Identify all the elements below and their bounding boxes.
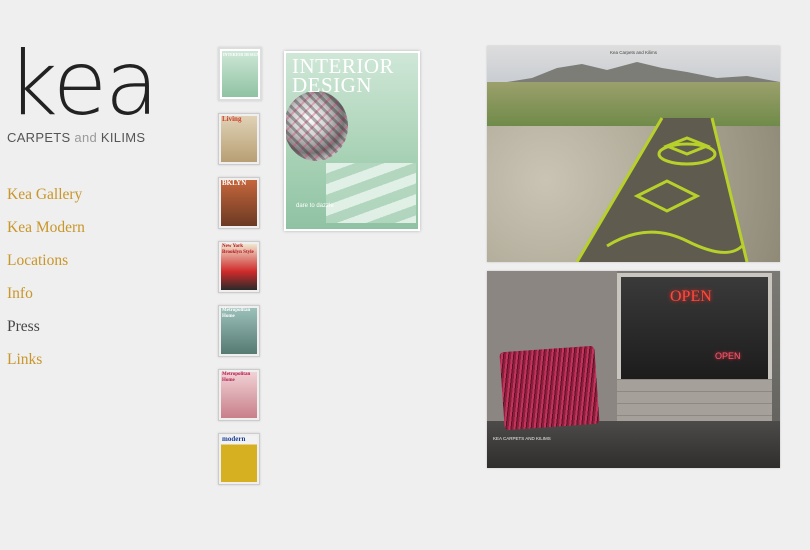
thumbnail-metropolitan-home-1[interactable]: Metropolitan Home (218, 305, 260, 357)
thumbnail-title: New York Brooklyn Style (222, 244, 254, 255)
thumbnail-title: Metropolitan Home (222, 372, 251, 383)
press-photo-storefront: OPEN OPEN KEA CARPETS AND KILIMS (487, 271, 780, 468)
disco-ball-graphic (286, 91, 348, 161)
open-sign: OPEN (670, 288, 712, 305)
tagline-part: KILIMS (97, 130, 146, 145)
thumbnail-title: Metropolitan Home (222, 308, 251, 319)
nav-item-links[interactable]: Links (7, 349, 85, 382)
thumbnail-bklyn[interactable]: BKLYN (218, 177, 260, 229)
thumbnail-title: Living (222, 115, 242, 123)
press-thumbnails: INTERIOR DESIGN Living BKLYN New York Br… (218, 47, 262, 497)
tagline-part: CARPETS (7, 130, 75, 145)
open-sign-small: OPEN (715, 351, 741, 361)
press-photo-outdoor-rug: Kea Carpets and Kilims (487, 46, 780, 262)
thumbnail-living[interactable]: Living (218, 113, 260, 165)
photo-caption: KEA CARPETS AND KILIMS (493, 436, 551, 441)
shag-rug-graphic (499, 345, 600, 431)
cover-stairs-graphic (326, 163, 416, 223)
stone-wall (617, 379, 772, 427)
cover-title: INTERIOR DESIGN (292, 56, 394, 97)
nav-item-info[interactable]: Info (7, 283, 85, 316)
cover-title-line: DESIGN (292, 73, 372, 97)
magazine-cover-interior-design[interactable]: INTERIOR DESIGN dare to dazzle (284, 51, 420, 231)
thumbnail-metropolitan-home-2[interactable]: Metropolitan Home (218, 369, 260, 421)
nav-item-press[interactable]: Press (7, 316, 85, 349)
thumbnail-title: BKLYN (222, 179, 247, 187)
logo-wordmark: kea (7, 32, 159, 135)
thumbnail-title: INTERIOR DESIGN (223, 52, 260, 57)
tagline-and: and (74, 130, 98, 145)
brand-logo[interactable]: kea CARPETS and KILIMS (7, 32, 159, 146)
main-nav: Kea Gallery Kea Modern Locations Info Pr… (7, 184, 85, 382)
cover-tagline: dare to dazzle (296, 203, 334, 209)
logo-tagline: CARPETS and KILIMS (7, 130, 157, 145)
thumbnail-title: modern (222, 435, 246, 443)
cover-artwork: INTERIOR DESIGN dare to dazzle (286, 53, 418, 229)
nav-item-kea-gallery[interactable]: Kea Gallery (7, 184, 85, 217)
nav-item-locations[interactable]: Locations (7, 250, 85, 283)
thumbnail-brooklyn-style[interactable]: New York Brooklyn Style (218, 241, 260, 293)
nav-item-kea-modern[interactable]: Kea Modern (7, 217, 85, 250)
photo-caption: Kea Carpets and Kilims (609, 50, 658, 55)
rug-graphic (575, 117, 749, 262)
thumbnail-interior-design[interactable]: INTERIOR DESIGN (218, 47, 262, 101)
thumbnail-modern[interactable]: modern (218, 433, 260, 485)
